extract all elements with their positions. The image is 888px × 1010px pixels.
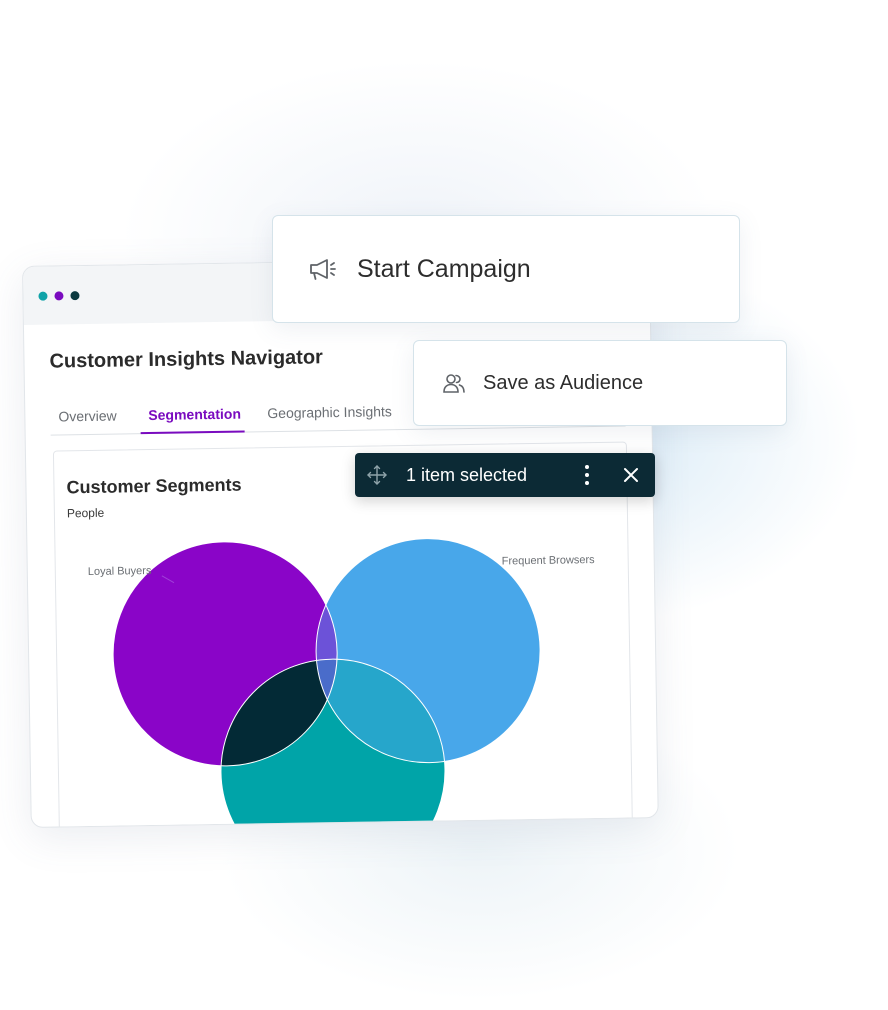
tab-geographic-insights[interactable]: Geographic Insights bbox=[267, 403, 392, 421]
start-campaign-label: Start Campaign bbox=[357, 254, 531, 283]
label-loyal-buyers: Loyal Buyers bbox=[88, 565, 152, 578]
close-icon[interactable] bbox=[621, 465, 641, 485]
active-tab-indicator bbox=[140, 430, 245, 435]
megaphone-icon bbox=[307, 253, 339, 285]
more-vertical-icon[interactable] bbox=[577, 462, 597, 488]
selection-count: 1 item selected bbox=[406, 465, 528, 485]
page-title: Customer Insights Navigator bbox=[49, 346, 324, 373]
start-campaign-button[interactable]: Start Campaign bbox=[272, 215, 740, 323]
users-icon bbox=[441, 370, 467, 396]
window-dot-1[interactable] bbox=[38, 291, 48, 301]
save-as-audience-label: Save as Audience bbox=[483, 371, 644, 394]
venn-diagram: Loyal Buyers Frequent Browsers bbox=[88, 538, 596, 828]
window-dot-2[interactable] bbox=[54, 291, 64, 301]
tab-overview[interactable]: Overview bbox=[58, 408, 117, 425]
save-as-audience-button[interactable]: Save as Audience bbox=[413, 340, 787, 426]
tab-segmentation[interactable]: Segmentation bbox=[148, 406, 241, 423]
segments-card: Customer Segments People Loyal Buyers Fr… bbox=[52, 441, 634, 828]
selection-toolbar: 1 item selected bbox=[355, 453, 655, 497]
window-dot-3[interactable] bbox=[70, 291, 80, 301]
move-icon[interactable] bbox=[366, 464, 388, 486]
label-frequent-browsers: Frequent Browsers bbox=[502, 554, 596, 567]
